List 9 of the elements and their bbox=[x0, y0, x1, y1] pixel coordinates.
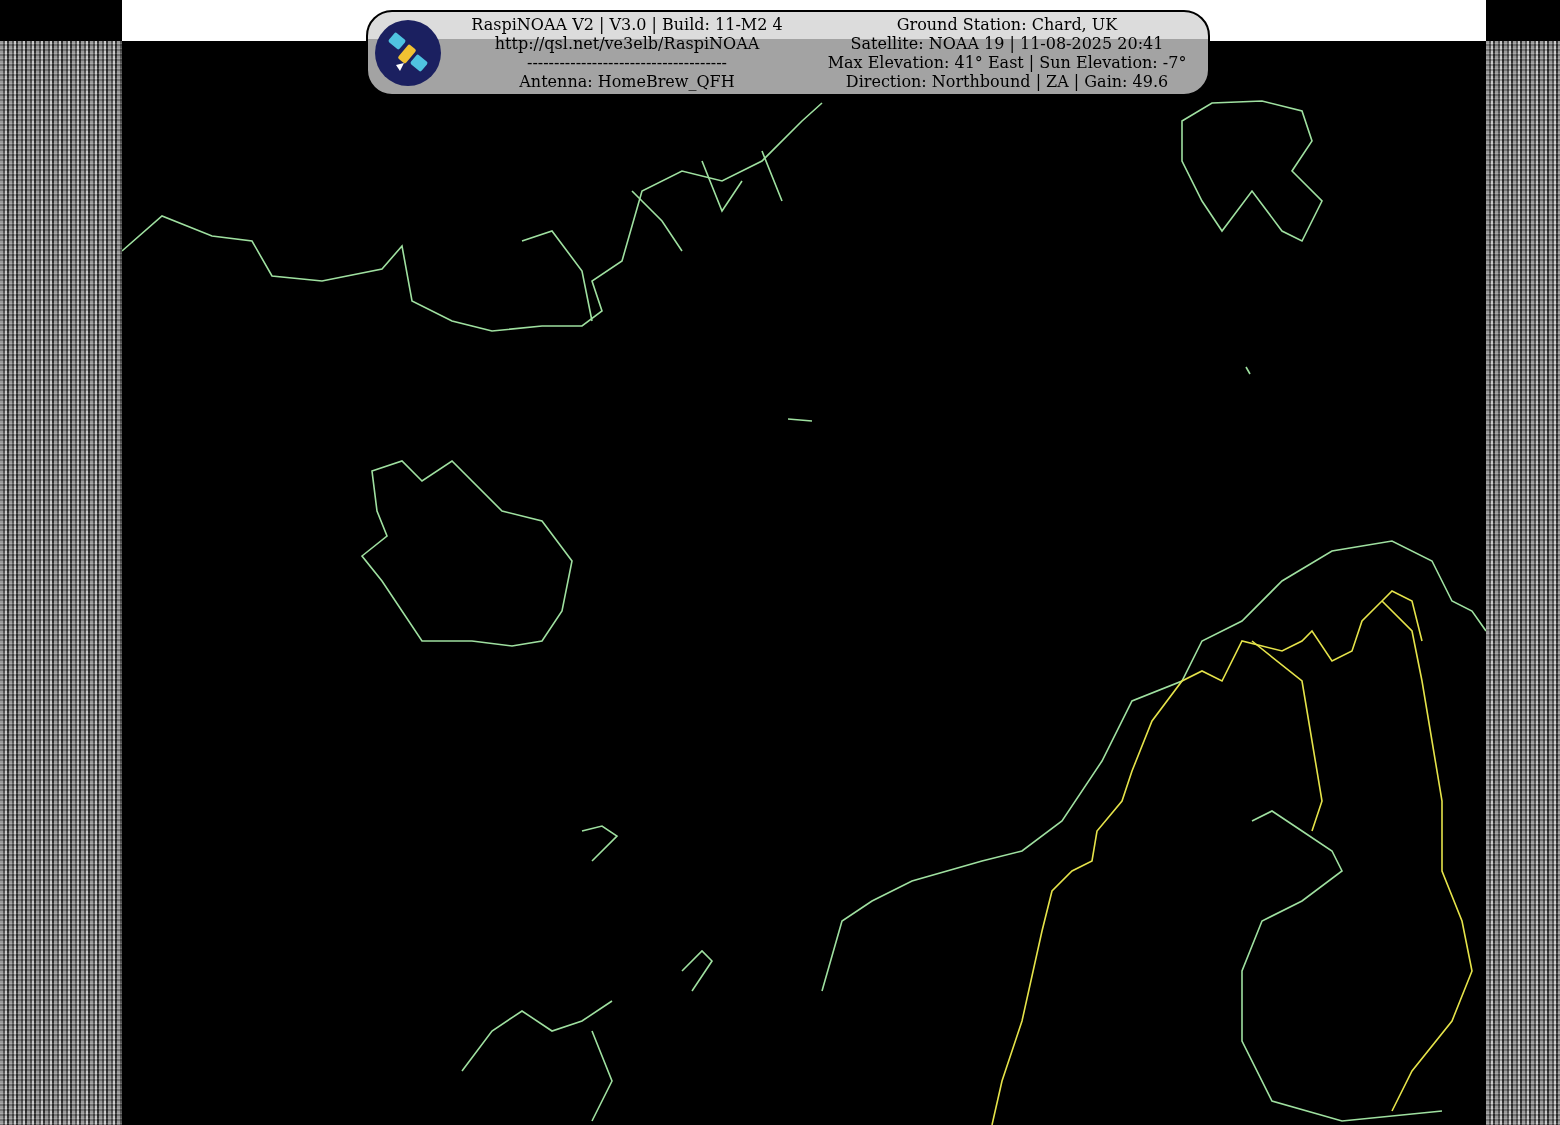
header-text: Satellite: NOAA 19 | 11-08-2025 20:41 bbox=[850, 34, 1164, 53]
header-text: Max Elevation: 41° East | Sun Elevation: -7° bbox=[827, 53, 1187, 72]
header-text: RaspiNOAA V2 | V3.0 | Build: 11-M2 4 bbox=[471, 15, 783, 34]
header-text: ------------------------------------- bbox=[527, 53, 727, 72]
header-text: Antenna: HomeBrew_QFH bbox=[519, 72, 735, 91]
satellite-logo-icon bbox=[374, 19, 442, 87]
header-text: Ground Station: Chard, UK bbox=[896, 15, 1118, 34]
header-text: http://qsl.net/ve3elb/RaspiNOAA bbox=[494, 34, 760, 53]
header-text: Direction: Northbound | ZA | Gain: 49.6 bbox=[845, 72, 1169, 91]
